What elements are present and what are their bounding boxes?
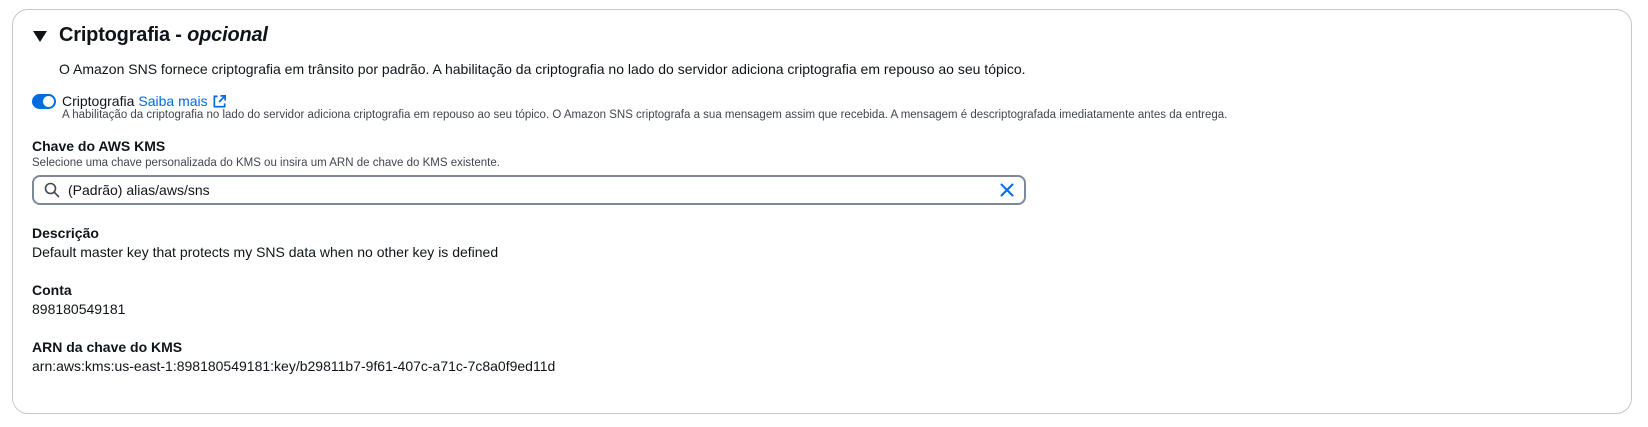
account-value: 898180549181	[32, 301, 126, 317]
kms-key-select[interactable]	[32, 175, 1026, 205]
account-label: Conta	[32, 282, 72, 298]
description-label: Descrição	[32, 225, 99, 241]
section-title-text: Criptografia -	[59, 24, 188, 46]
external-link-icon[interactable]	[212, 94, 227, 109]
close-icon[interactable]	[1000, 183, 1014, 197]
section-title-optional: opcional	[187, 24, 268, 46]
description-value: Default master key that protects my SNS …	[32, 244, 499, 260]
encryption-toggle-label: Criptografia	[62, 93, 135, 109]
section-description: O Amazon SNS fornece criptografia em trâ…	[59, 61, 1026, 77]
kms-key-hint: Selecione uma chave personalizada do KMS…	[32, 157, 500, 169]
encryption-panel: Criptografia - opcional O Amazon SNS for…	[12, 9, 1632, 414]
encryption-toggle-description: A habilitação da criptografia no lado do…	[62, 109, 1228, 121]
kms-arn-value: arn:aws:kms:us-east-1:898180549181:key/b…	[32, 358, 556, 374]
encryption-toggle-row: Criptografia Saiba mais	[32, 93, 227, 109]
learn-more-link[interactable]: Saiba mais	[138, 93, 226, 109]
search-icon	[44, 182, 60, 198]
section-title: Criptografia - opcional	[59, 24, 268, 47]
section-header[interactable]: Criptografia - opcional	[33, 24, 268, 47]
kms-key-label: Chave do AWS KMS	[32, 138, 166, 154]
caret-down-icon[interactable]	[33, 31, 47, 42]
learn-more-label[interactable]: Saiba mais	[138, 93, 207, 109]
kms-arn-label: ARN da chave do KMS	[32, 339, 183, 355]
encryption-toggle[interactable]	[32, 93, 56, 109]
kms-key-input[interactable]	[68, 182, 1000, 198]
